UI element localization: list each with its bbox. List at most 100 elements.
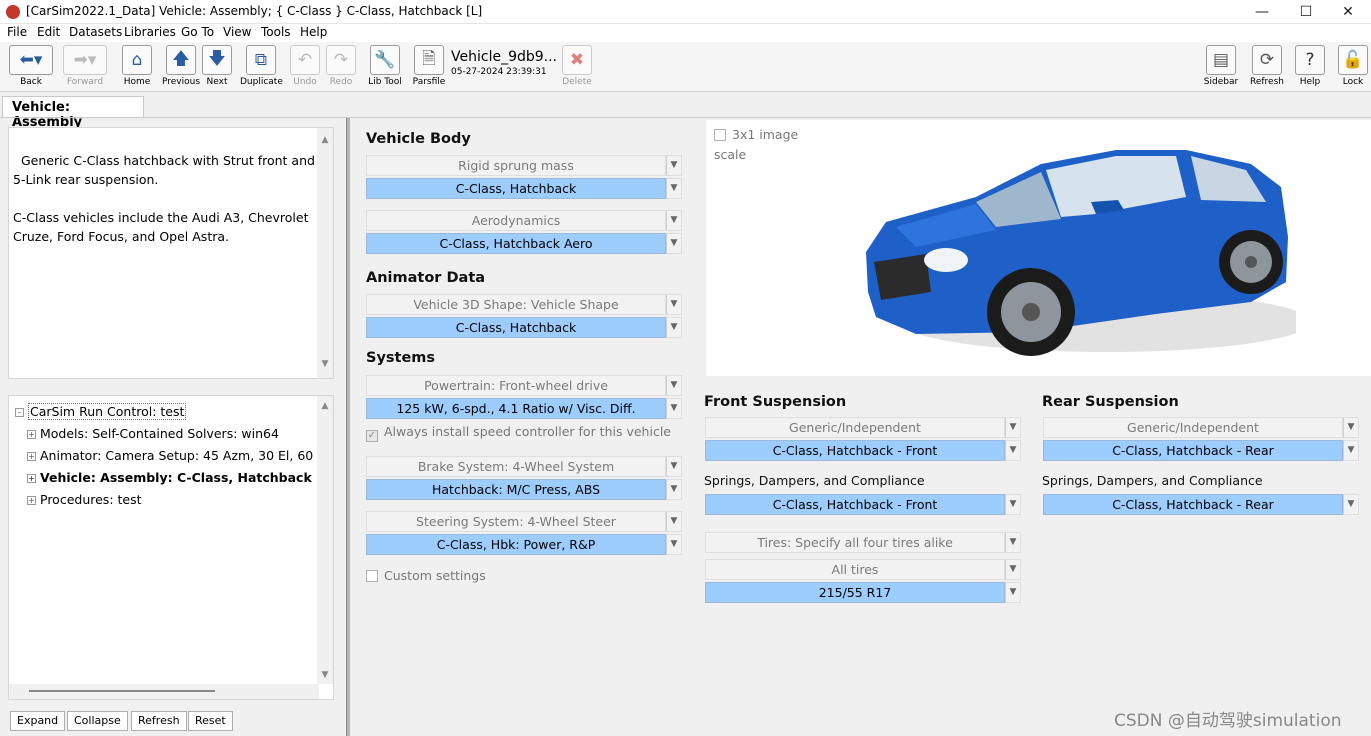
tree-item-procedures[interactable]: + Procedures: test [27, 492, 142, 507]
sprung-mass-category[interactable]: Rigid sprung mass [366, 155, 666, 176]
maximize-icon[interactable]: ☐ [1283, 0, 1329, 24]
refresh-button[interactable]: ⟳ Refresh [1248, 45, 1286, 90]
menu-edit[interactable]: Edit [37, 25, 60, 39]
scroll-up-icon[interactable]: ▲ [317, 401, 333, 411]
chevron-down-icon[interactable]: ▼ [1005, 559, 1021, 580]
panel-splitter[interactable] [346, 118, 350, 736]
tire-link[interactable]: 215/55 R17 [705, 582, 1005, 603]
next-button[interactable]: 🡇 Next [202, 45, 232, 90]
chevron-down-icon[interactable]: ▼ [666, 233, 682, 254]
delete-button[interactable]: ✖ Delete [562, 45, 592, 90]
speed-controller-checkbox[interactable]: ✓ Always install speed controller for thi… [366, 424, 671, 442]
chevron-down-icon[interactable]: ▼ [666, 456, 682, 477]
tree-item-vehicle[interactable]: + Vehicle: Assembly: C-Class, Hatchback [27, 470, 312, 485]
tree-hscrollbar[interactable] [9, 684, 319, 699]
help-button[interactable]: ? Help [1294, 45, 1326, 90]
expand-icon[interactable]: + [27, 474, 36, 483]
sprung-mass-link[interactable]: C-Class, Hatchback [366, 178, 666, 199]
back-button[interactable]: ⬅▾ Back [8, 45, 54, 90]
tires-mode-category[interactable]: Tires: Specify all four tires alike [705, 532, 1005, 553]
chevron-down-icon[interactable]: ▼ [666, 294, 682, 315]
front-kin-link[interactable]: C-Class, Hatchback - Front [705, 440, 1005, 461]
refresh-tree-button[interactable]: Refresh [131, 711, 187, 731]
dataset-timestamp: 05-27-2024 23:39:31 [451, 67, 547, 77]
image-scale-checkbox[interactable]: 3x1 image scale [714, 125, 814, 165]
rear-springs-link[interactable]: C-Class, Hatchback - Rear [1043, 494, 1343, 515]
aero-category[interactable]: Aerodynamics [366, 210, 666, 231]
menu-datasets[interactable]: Datasets [69, 25, 122, 39]
chevron-down-icon[interactable]: ▼ [666, 210, 682, 231]
chevron-down-icon[interactable]: ▼ [666, 178, 682, 199]
minimize-icon[interactable]: — [1239, 0, 1285, 24]
rear-kin-category[interactable]: Generic/Independent [1043, 417, 1343, 438]
collapse-icon[interactable]: – [15, 408, 24, 417]
chevron-down-icon[interactable]: ▼ [1343, 417, 1359, 438]
front-kin-category[interactable]: Generic/Independent [705, 417, 1005, 438]
powertrain-category[interactable]: Powertrain: Front-wheel drive [366, 375, 666, 396]
reset-button[interactable]: Reset [188, 711, 233, 731]
dataset-name[interactable]: Vehicle_9db9... [451, 49, 557, 65]
tree-root[interactable]: – CarSim Run Control: test [15, 403, 187, 420]
tab-vehicle-assembly[interactable]: Vehicle: Assembly [2, 96, 144, 130]
sidebar-button[interactable]: ▤ Sidebar [1202, 45, 1240, 90]
scroll-down-icon[interactable]: ▼ [317, 670, 333, 680]
steering-category[interactable]: Steering System: 4-Wheel Steer [366, 511, 666, 532]
shape-category[interactable]: Vehicle 3D Shape: Vehicle Shape [366, 294, 666, 315]
hscroll-thumb[interactable] [29, 690, 215, 692]
chevron-down-icon[interactable]: ▼ [666, 534, 682, 555]
chevron-down-icon[interactable]: ▼ [1005, 582, 1021, 603]
front-springs-link[interactable]: C-Class, Hatchback - Front [705, 494, 1005, 515]
duplicate-button[interactable]: ⧉ Duplicate [240, 45, 283, 90]
chevron-down-icon[interactable]: ▼ [666, 511, 682, 532]
parsfile-button[interactable]: 🗎 Parsfile [412, 45, 446, 90]
menu-help[interactable]: Help [300, 25, 327, 39]
scroll-down-icon[interactable]: ▼ [317, 355, 333, 374]
expand-icon[interactable]: + [27, 430, 36, 439]
tree-vscrollbar[interactable]: ▲ ▼ [317, 396, 333, 684]
forward-button[interactable]: ➡▾ Forward [62, 45, 108, 90]
chevron-down-icon[interactable]: ▼ [1005, 440, 1021, 461]
menu-file[interactable]: File [7, 25, 27, 39]
brake-category[interactable]: Brake System: 4-Wheel System [366, 456, 666, 477]
undo-button[interactable]: ↶ Undo [290, 45, 320, 90]
previous-button[interactable]: 🡅 Previous [162, 45, 200, 90]
sidebar-icon: ▤ [1206, 45, 1236, 75]
menu-goto[interactable]: Go To [181, 25, 214, 39]
menu-tools[interactable]: Tools [261, 25, 291, 39]
expand-icon[interactable]: + [27, 452, 36, 461]
chevron-down-icon[interactable]: ▼ [1005, 417, 1021, 438]
home-button[interactable]: ⌂ Home [120, 45, 154, 90]
powertrain-link[interactable]: 125 kW, 6-spd., 4.1 Ratio w/ Visc. Diff. [366, 398, 666, 419]
scroll-up-icon[interactable]: ▲ [317, 131, 333, 150]
chevron-down-icon[interactable]: ▼ [1005, 532, 1021, 553]
tree-item-animator[interactable]: + Animator: Camera Setup: 45 Azm, 30 El, … [27, 448, 317, 463]
chevron-down-icon[interactable]: ▼ [666, 479, 682, 500]
expand-button[interactable]: Expand [10, 711, 66, 731]
chevron-down-icon[interactable]: ▼ [666, 317, 682, 338]
tree-item-models[interactable]: + Models: Self-Contained Solvers: win64 [27, 426, 279, 441]
all-tires-category[interactable]: All tires [705, 559, 1005, 580]
shape-link[interactable]: C-Class, Hatchback [366, 317, 666, 338]
expand-icon[interactable]: + [27, 496, 36, 505]
brake-link[interactable]: Hatchback: M/C Press, ABS [366, 479, 666, 500]
redo-button[interactable]: ↷ Redo [326, 45, 356, 90]
collapse-button[interactable]: Collapse [67, 711, 128, 731]
custom-settings-checkbox[interactable]: Custom settings [366, 568, 486, 583]
rear-kin-link[interactable]: C-Class, Hatchback - Rear [1043, 440, 1343, 461]
aero-link[interactable]: C-Class, Hatchback Aero [366, 233, 666, 254]
chevron-down-icon[interactable]: ▼ [1343, 494, 1359, 515]
chevron-down-icon[interactable]: ▼ [666, 375, 682, 396]
chevron-down-icon[interactable]: ▼ [666, 155, 682, 176]
close-icon[interactable]: ✕ [1325, 0, 1371, 24]
menu-view[interactable]: View [223, 25, 251, 39]
lib-tool-button[interactable]: 🔧 Lib Tool [366, 45, 404, 90]
chevron-down-icon[interactable]: ▼ [666, 398, 682, 419]
chevron-down-icon[interactable]: ▼ [1343, 440, 1359, 461]
notes-scrollbar[interactable]: ▲ ▼ [317, 128, 333, 378]
chevron-down-icon[interactable]: ▼ [1005, 494, 1021, 515]
menu-libraries[interactable]: Libraries [124, 25, 176, 39]
rear-suspension-heading: Rear Suspension [1042, 394, 1179, 410]
notes-textarea[interactable]: Generic C-Class hatchback with Strut fro… [8, 127, 334, 379]
steering-link[interactable]: C-Class, Hbk: Power, R&P [366, 534, 666, 555]
lock-button[interactable]: 🔓 Lock [1338, 45, 1368, 90]
